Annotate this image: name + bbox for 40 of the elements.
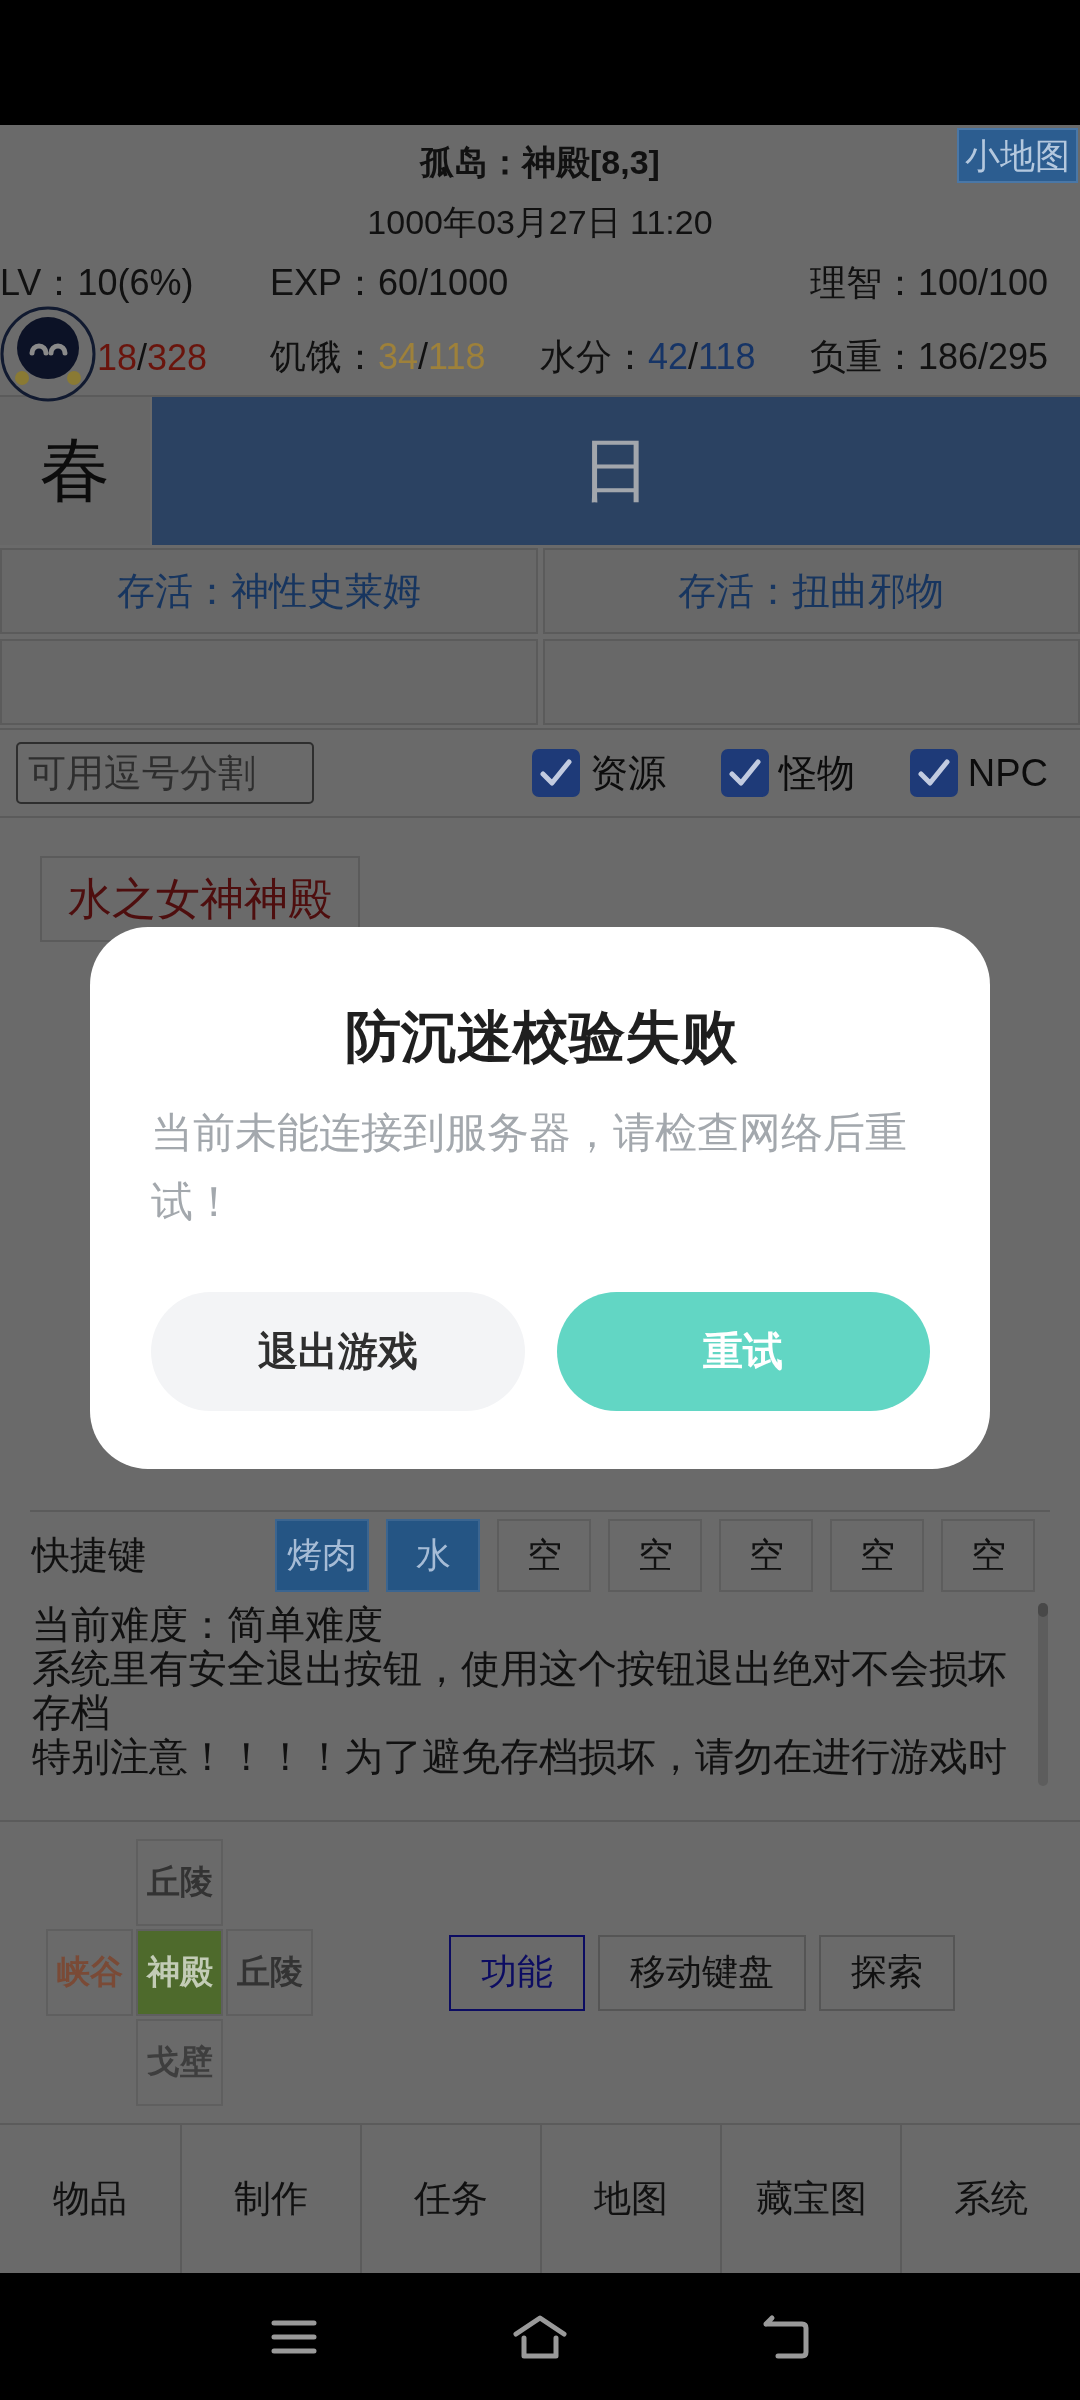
retry-button[interactable]: 重试: [556, 1292, 930, 1411]
log-line: 特别注意！！！！为了避免存档损坏，请勿在进行游戏时: [32, 1735, 1008, 1779]
shortcut-slot[interactable]: 空: [830, 1519, 924, 1592]
shortcut-slot[interactable]: 空: [608, 1519, 702, 1592]
stat-text: 18/328: [96, 336, 209, 379]
survival-tab[interactable]: 存活：神性史莱姆: [0, 548, 538, 634]
filter-input[interactable]: 可用逗号分割: [16, 742, 314, 804]
location-title: 孤岛：神殿[8,3]: [420, 141, 660, 183]
exit-button[interactable]: 退出游戏: [151, 1292, 525, 1411]
date-time: 1000年03月27日 11:20: [367, 202, 713, 244]
stat-text: LV：10(6%): [0, 261, 195, 305]
day-panel: 日: [152, 397, 1080, 545]
minimap-button[interactable]: 小地图: [957, 128, 1078, 183]
scrollbar-thumb[interactable]: [1038, 1603, 1048, 1617]
filter-checkbox[interactable]: 怪物: [720, 747, 855, 799]
map-cell[interactable]: 神殿: [136, 1929, 223, 2016]
stat-text: 饥饿：34/118: [270, 335, 487, 380]
dialog-message: 当前未能连接到服务器，请检查网络后重试！: [151, 1108, 908, 1227]
shortcut-slot[interactable]: 空: [719, 1519, 813, 1592]
stat-text: EXP：60/1000: [270, 261, 510, 305]
stat-text: 负重：186/295: [810, 335, 1050, 380]
shortcut-slot[interactable]: 水: [386, 1519, 480, 1592]
home-icon[interactable]: [512, 2313, 568, 2360]
shortcut-slot[interactable]: 空: [497, 1519, 591, 1592]
log-line: 系统里有安全退出按钮，使用这个按钮退出绝对不会损坏存档: [32, 1647, 1008, 1735]
avatar-icon[interactable]: [0, 306, 96, 402]
shortcut-label: 快捷键: [30, 1533, 147, 1578]
filter-checkbox[interactable]: NPC: [909, 749, 1048, 797]
stat-text: 理智：100/100: [810, 261, 1050, 305]
action-button[interactable]: 探索: [819, 1934, 955, 2011]
scrollbar-track[interactable]: [1038, 1603, 1048, 1786]
shortcut-slot[interactable]: 烤肉: [275, 1519, 369, 1592]
dialog-title: 防沉迷校验失败: [343, 1004, 738, 1070]
stat-text: 水分：42/118: [540, 335, 757, 380]
action-button[interactable]: 功能: [449, 1934, 585, 2011]
shortcut-slot[interactable]: 空: [941, 1519, 1035, 1592]
action-button[interactable]: 移动键盘: [598, 1934, 806, 2011]
log-line: 当前难度：简单难度: [32, 1603, 384, 1647]
survival-tab[interactable]: 存活：扭曲邪物: [542, 548, 1080, 634]
filter-checkbox[interactable]: 资源: [531, 747, 666, 799]
